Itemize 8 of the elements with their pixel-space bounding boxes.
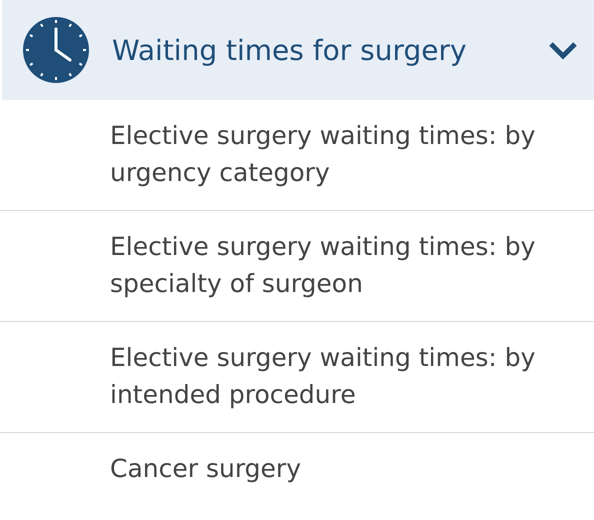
menu-link[interactable]: Elective surgery waiting times: by urgency category [0,100,594,211]
section-header[interactable]: Waiting times for surgery [2,0,594,100]
clock-icon [22,16,90,84]
section-title: Waiting times for surgery [112,34,468,66]
chevron-icon [548,40,578,60]
menu-link[interactable]: Cancer surgery [0,433,594,506]
menu-link[interactable]: Elective surgery waiting times: by intended procedure [0,322,594,433]
menu-link[interactable]: Elective surgery waiting times: by specialty of surgeon [0,211,594,322]
